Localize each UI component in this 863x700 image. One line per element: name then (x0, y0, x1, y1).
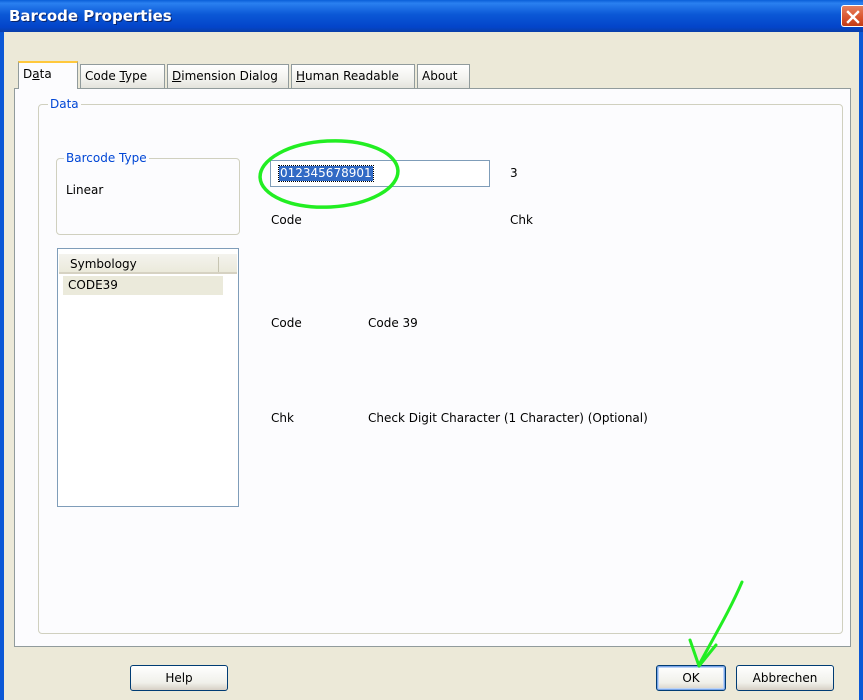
symbology-column-header[interactable]: Symbology (59, 254, 237, 274)
tab-data[interactable]: Data (18, 61, 78, 89)
cancel-button[interactable]: Abbrechen (736, 665, 834, 691)
tab-human-readable-label: Human Readable (296, 69, 399, 83)
legend-chk-desc: Check Digit Character (1 Character) (Opt… (368, 411, 648, 425)
list-item[interactable]: CODE39 (63, 276, 223, 295)
window-frame-right (859, 32, 863, 700)
column-divider (218, 257, 219, 272)
code-input-value: 012345678901 (278, 165, 374, 182)
tab-dimension-dialog-label: Dimension Dialog (172, 69, 278, 83)
close-icon (846, 10, 860, 24)
help-button[interactable]: Help (130, 665, 228, 691)
ok-button[interactable]: OK (656, 665, 726, 691)
data-group-label: Data (48, 97, 81, 111)
tab-dimension-dialog[interactable]: Dimension Dialog (167, 64, 289, 88)
symbology-list[interactable]: Symbology CODE39 (57, 248, 239, 507)
legend-code-desc: Code 39 (368, 316, 418, 330)
symbology-header-label: Symbology (70, 257, 137, 271)
code-input[interactable]: 012345678901 (270, 160, 490, 187)
title-bar: Barcode Properties (0, 0, 863, 32)
check-digit-value: 3 (510, 166, 518, 180)
tab-code-type-label: Code Type (85, 69, 148, 83)
tab-about-label: About (422, 69, 458, 83)
window-frame-left (0, 32, 4, 700)
chk-field-label: Chk (510, 213, 533, 227)
close-button[interactable] (841, 5, 863, 27)
tab-data-label: Data (23, 67, 52, 81)
tab-code-type[interactable]: Code Type (80, 64, 165, 88)
code-field-label: Code (271, 213, 302, 227)
tab-about[interactable]: About (417, 64, 470, 88)
legend-chk-key: Chk (271, 411, 294, 425)
barcode-type-value: Linear (66, 183, 104, 197)
barcode-type-label: Barcode Type (64, 151, 149, 165)
legend-code-key: Code (271, 316, 302, 330)
window-title: Barcode Properties (9, 7, 172, 25)
tab-human-readable[interactable]: Human Readable (291, 64, 415, 88)
